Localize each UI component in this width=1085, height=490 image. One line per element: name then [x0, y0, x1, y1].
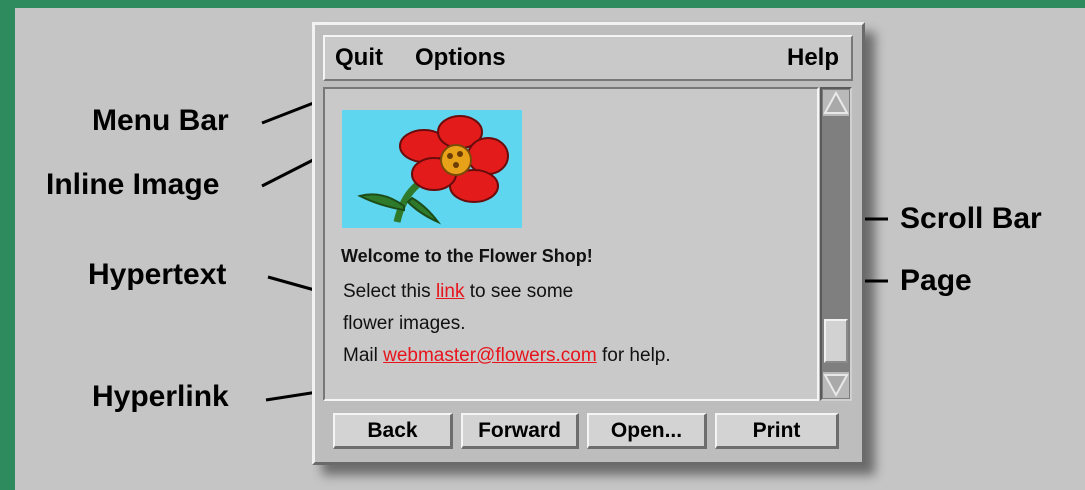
- page-content: Welcome to the Flower Shop! Select this …: [323, 87, 819, 401]
- triangle-up-icon: [823, 90, 849, 114]
- hypertext-after-link: to see some: [464, 281, 574, 302]
- callout-hypertext: Hypertext: [88, 258, 227, 291]
- hypertext-line-2: flower images.: [343, 313, 466, 334]
- hypertext-link[interactable]: link: [436, 281, 465, 302]
- inline-image: [342, 110, 522, 228]
- scroll-bar[interactable]: [820, 87, 852, 401]
- email-hyperlink[interactable]: webmaster@flowers.com: [383, 345, 597, 366]
- callout-scroll-bar: Scroll Bar: [900, 202, 1042, 235]
- hypertext-before-link: Select this: [343, 281, 436, 302]
- scroll-up-button[interactable]: [823, 90, 849, 116]
- forward-button[interactable]: Forward: [461, 413, 579, 449]
- triangle-down-icon: [823, 374, 849, 398]
- scroll-thumb[interactable]: [824, 319, 848, 363]
- callout-inline-image: Inline Image: [46, 168, 220, 201]
- page-heading: Welcome to the Flower Shop!: [341, 246, 593, 266]
- menu-options[interactable]: Options: [415, 44, 506, 72]
- browser-window: Quit Options Help Welcome to the Flower …: [312, 22, 865, 465]
- callout-menu-bar: Menu Bar: [92, 104, 229, 137]
- back-button[interactable]: Back: [333, 413, 453, 449]
- menu-help[interactable]: Help: [787, 44, 839, 72]
- open-button[interactable]: Open...: [587, 413, 707, 449]
- print-button[interactable]: Print: [715, 413, 839, 449]
- mail-suffix: for help.: [596, 345, 671, 366]
- callout-page: Page: [900, 264, 972, 297]
- mail-prefix: Mail: [343, 345, 384, 366]
- menu-quit[interactable]: Quit: [335, 44, 383, 72]
- hypertext-line-3: Mail webmaster@flowers.com for help.: [343, 345, 671, 367]
- flower-illustration: [342, 110, 522, 228]
- hypertext-line-1: Select this link to see some: [343, 281, 573, 303]
- callout-hyperlink: Hyperlink: [92, 380, 229, 413]
- scroll-down-button[interactable]: [823, 372, 849, 398]
- menu-bar: Quit Options Help: [323, 35, 853, 81]
